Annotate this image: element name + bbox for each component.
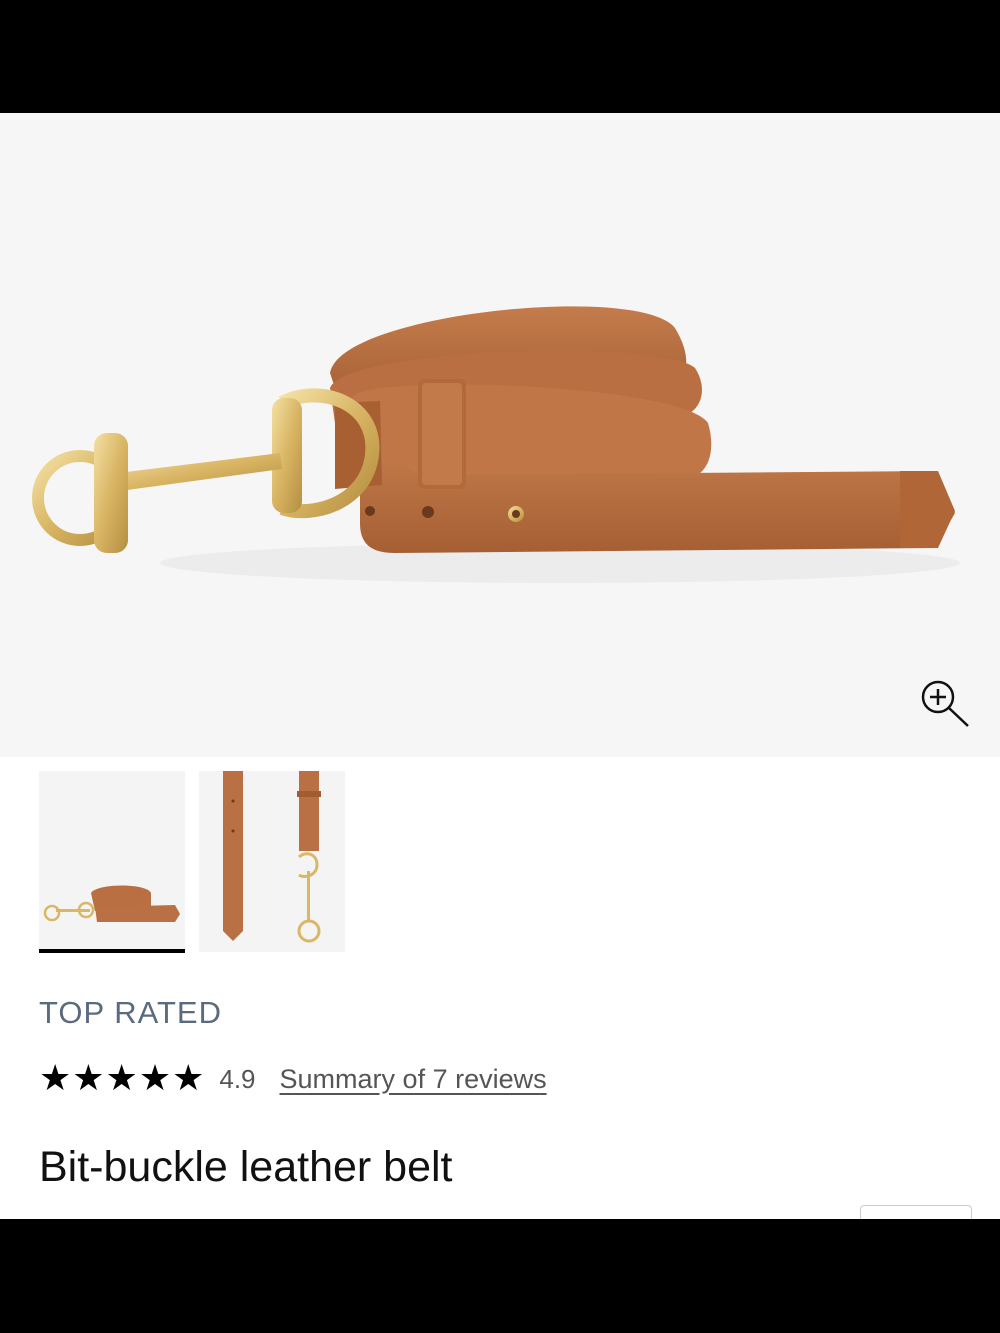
rating-value: 4.9 <box>219 1063 256 1094</box>
product-title: Bit-buckle leather belt <box>39 1143 453 1191</box>
thumbnail-1[interactable] <box>39 771 185 952</box>
thumbnail-image <box>223 771 321 943</box>
selected-thumbnail-indicator <box>39 949 185 953</box>
top-rated-badge: TOP RATED <box>39 995 222 1030</box>
product-main-image[interactable] <box>0 113 1000 757</box>
status-bar <box>0 0 1000 113</box>
thumbnail-image <box>43 885 180 922</box>
belt-illustration <box>32 306 960 583</box>
rating-summary: ★★★★★ 4.9 Summary of 7 reviews <box>39 1059 547 1099</box>
product-page: TOP RATED ★★★★★ 4.9 Summary of 7 reviews… <box>0 113 1000 1219</box>
zoom-button[interactable] <box>918 678 974 730</box>
thumbnail-2[interactable] <box>199 771 345 952</box>
navigation-bar <box>0 1219 1000 1333</box>
reviews-summary-link[interactable]: Summary of 7 reviews <box>280 1064 547 1095</box>
zoom-in-icon <box>921 680 969 727</box>
star-rating-icon: ★★★★★ <box>39 1058 206 1099</box>
partial-button[interactable] <box>860 1205 972 1219</box>
